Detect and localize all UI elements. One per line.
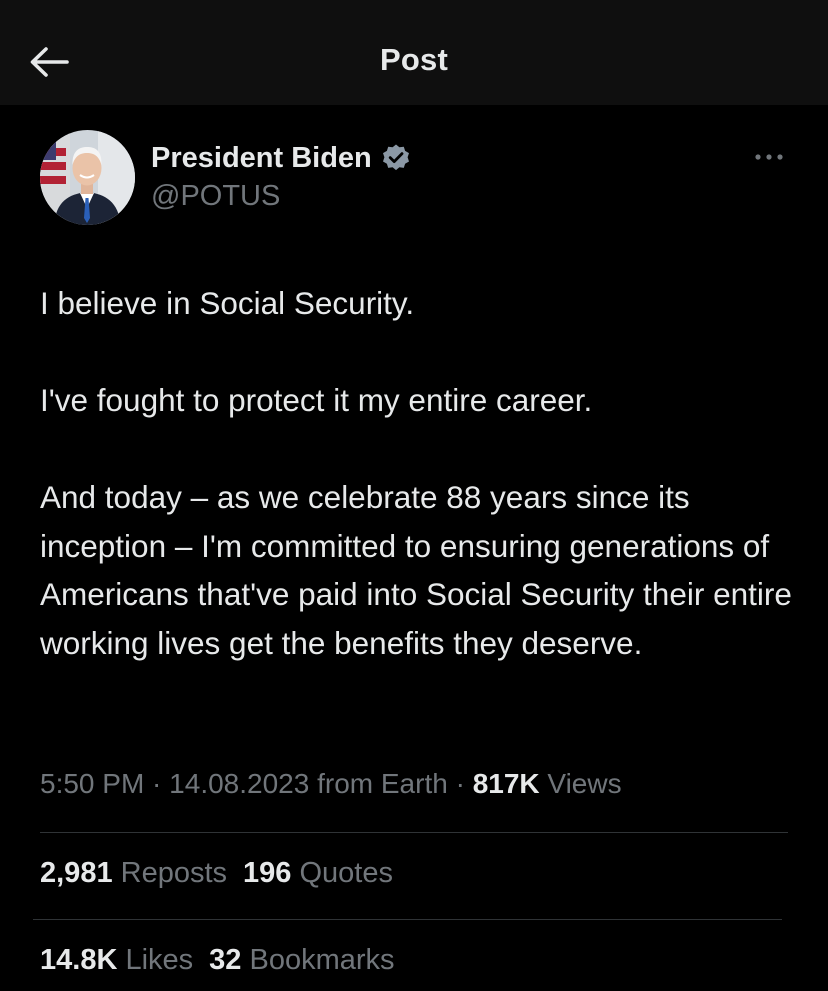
views-count: 817K: [472, 768, 540, 799]
engagement-row-likes: 14.8K Likes 32 Bookmarks: [40, 944, 411, 977]
avatar[interactable]: [40, 130, 135, 225]
author-handle[interactable]: @POTUS: [151, 180, 280, 213]
reposts-stat[interactable]: 2,981 Reposts: [40, 857, 227, 890]
bookmarks-stat[interactable]: 32 Bookmarks: [209, 944, 394, 977]
page-title: Post: [380, 42, 448, 77]
quotes-label: Quotes: [299, 857, 393, 889]
likes-count: 14.8K: [40, 944, 118, 976]
bookmarks-label: Bookmarks: [249, 944, 395, 976]
reposts-count: 2,981: [40, 857, 113, 889]
profile-photo: [40, 130, 135, 225]
post-paragraph: And today – as we celebrate 88 years sin…: [40, 479, 792, 661]
views-label: Views: [547, 768, 622, 799]
more-horizontal-icon: [755, 154, 783, 160]
post-paragraph: I've fought to protect it my entire care…: [40, 382, 593, 418]
bookmarks-count: 32: [209, 944, 242, 976]
meta-separator: ·: [144, 768, 170, 799]
divider: [33, 919, 782, 920]
divider: [40, 832, 788, 833]
author-name-row[interactable]: President Biden: [151, 138, 411, 178]
likes-stat[interactable]: 14.8K Likes: [40, 944, 193, 977]
post-time[interactable]: 5:50 PM: [40, 768, 144, 799]
author-display-name: President Biden: [151, 141, 372, 174]
likes-label: Likes: [125, 944, 194, 976]
meta-separator: ·: [447, 768, 473, 799]
engagement-row-reposts: 2,981 Reposts 196 Quotes: [40, 857, 409, 890]
reposts-label: Reposts: [120, 857, 228, 889]
post-paragraph: I believe in Social Security.: [40, 285, 415, 321]
quotes-count: 196: [243, 857, 292, 889]
verified-badge-icon: [381, 143, 411, 173]
post-metadata: 5:50 PM · 14.08.2023 from Earth · 817K V…: [40, 768, 622, 800]
post-date-source[interactable]: 14.08.2023 from Earth: [169, 768, 448, 799]
quotes-stat[interactable]: 196 Quotes: [243, 857, 393, 890]
post-text: I believe in Social Security. I've fough…: [40, 279, 810, 667]
top-bar: Post: [0, 0, 828, 105]
more-options-button[interactable]: [748, 145, 792, 169]
